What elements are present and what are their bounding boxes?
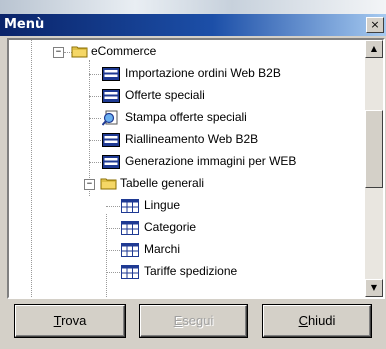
tree-branch: [89, 140, 101, 142]
tree-item-label: Importazione ordini Web B2B: [125, 66, 281, 80]
tree-item-ecommerce[interactable]: − eCommerce: [9, 41, 363, 63]
menu-tree: − eCommerce Importazione ordini Web B2B: [7, 38, 385, 299]
tree-item-categorie[interactable]: Categorie: [9, 217, 363, 239]
tree-item-label: Marchi: [144, 242, 181, 256]
scroll-thumb[interactable]: [365, 110, 383, 188]
desktop-background: [0, 0, 386, 14]
menu-window: Menù × − eCommerce Importazione ordini W…: [0, 14, 386, 349]
tree-branch: [89, 96, 101, 98]
tree-item-tabelle-generali[interactable]: − Tabelle generali: [9, 173, 363, 195]
tree-branch: [89, 118, 101, 120]
window-title: Menù: [4, 17, 45, 32]
tree-branch: [106, 228, 120, 230]
tree-item-label: Tabelle generali: [120, 176, 205, 190]
tree-branch: [89, 74, 101, 76]
close-label: hiudi: [307, 313, 336, 328]
print-preview-icon: [102, 110, 118, 126]
vertical-scrollbar[interactable]: ▲ ▼: [365, 40, 383, 297]
form-icon: [102, 133, 120, 147]
tree-item-label: Stampa offerte speciali: [125, 110, 247, 124]
find-button[interactable]: Trova: [15, 305, 125, 337]
tree-item-label: Offerte speciali: [125, 88, 205, 102]
table-icon: [121, 199, 139, 213]
form-icon: [102, 89, 120, 103]
collapse-toggle[interactable]: −: [84, 179, 95, 190]
tree-branch: [89, 162, 101, 164]
tree-item-label: Riallineamento Web B2B: [125, 132, 259, 146]
table-icon: [121, 221, 139, 235]
execute-label: segui: [182, 313, 214, 328]
close-button[interactable]: Chiudi: [263, 305, 371, 337]
scroll-up-button[interactable]: ▲: [365, 40, 383, 58]
find-label: rova: [61, 313, 87, 328]
title-bar[interactable]: Menù ×: [0, 14, 386, 36]
tree-item-offerte-speciali[interactable]: Offerte speciali: [9, 85, 363, 107]
close-mnemonic: C: [298, 313, 308, 328]
collapse-toggle[interactable]: −: [53, 47, 64, 58]
tree-item-label: Categorie: [144, 220, 197, 234]
scroll-down-button[interactable]: ▼: [365, 279, 383, 297]
form-icon: [102, 67, 120, 81]
tree-item-label: Tariffe spedizione: [144, 264, 238, 278]
execute-mnemonic: E: [173, 313, 183, 328]
tree-item-marchi[interactable]: Marchi: [9, 239, 363, 261]
tree-item-lingue[interactable]: Lingue: [9, 195, 363, 217]
form-icon: [102, 155, 120, 169]
close-window-button[interactable]: ×: [366, 17, 384, 33]
tree-item-tariffe-spedizione[interactable]: Tariffe spedizione: [9, 261, 363, 283]
tree-branch: [106, 206, 120, 208]
folder-open-icon: [71, 46, 88, 58]
tree-item-riallineamento[interactable]: Riallineamento Web B2B: [9, 129, 363, 151]
tree-item-label: Lingue: [144, 198, 181, 212]
tree-branch: [106, 250, 120, 252]
folder-open-icon: [100, 178, 117, 190]
execute-button[interactable]: Esegui: [140, 305, 247, 337]
tree-item-generazione-immagini[interactable]: Generazione immagini per WEB: [9, 151, 363, 173]
table-icon: [121, 243, 139, 257]
tree-item-label: eCommerce: [91, 44, 157, 58]
find-mnemonic: T: [53, 313, 62, 328]
table-icon: [121, 265, 139, 279]
tree-item-stampa-offerte[interactable]: Stampa offerte speciali: [9, 107, 363, 129]
tree-branch: [106, 272, 120, 274]
tree-item-label: Generazione immagini per WEB: [125, 154, 297, 168]
tree-item-importazione-ordini[interactable]: Importazione ordini Web B2B: [9, 63, 363, 85]
